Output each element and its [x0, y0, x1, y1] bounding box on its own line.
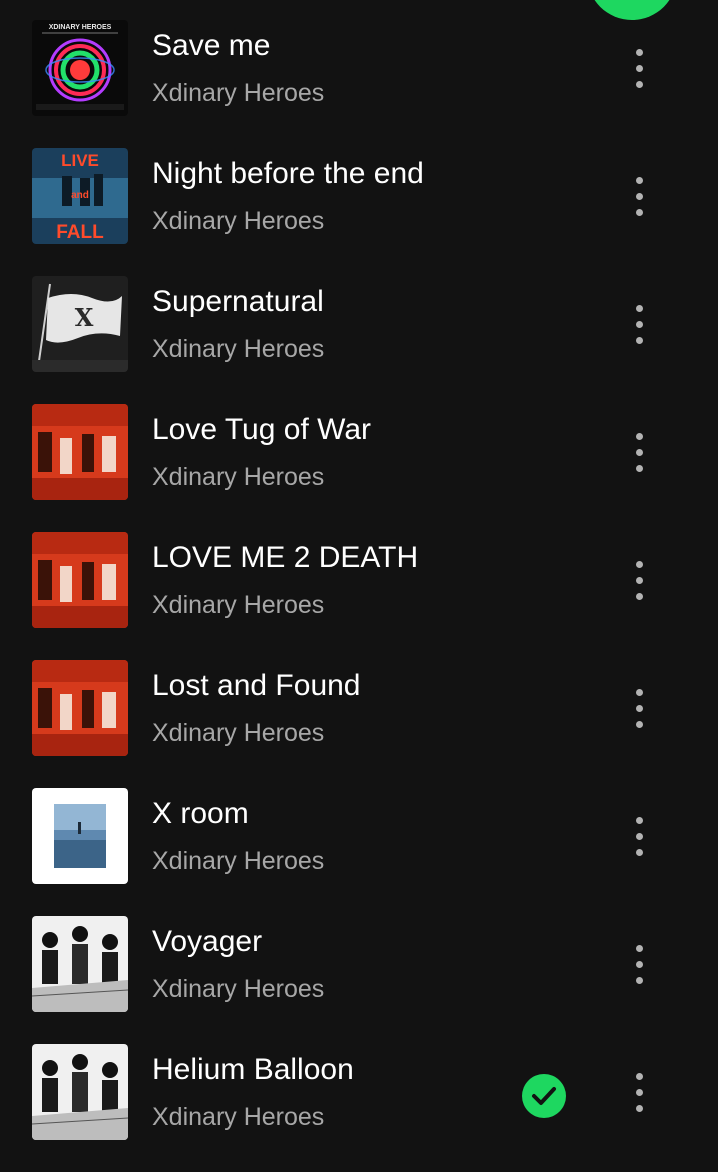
track-artist: Xdinary Heroes — [152, 463, 325, 491]
svg-text:and: and — [71, 190, 89, 201]
track-artist: Xdinary Heroes — [152, 79, 325, 107]
more-options-button[interactable] — [620, 172, 660, 220]
album-cover-x-room — [32, 788, 128, 884]
track-artist: Xdinary Heroes — [152, 975, 325, 1003]
track-title: X room — [152, 797, 249, 830]
downloaded-check-icon — [522, 1074, 566, 1118]
cover-label: XDINARY HEROES — [49, 24, 112, 31]
svg-text:LIVE: LIVE — [61, 151, 99, 170]
album-cover-live-to-death — [32, 532, 128, 628]
album-cover-beautiful-mind: X — [32, 276, 128, 372]
more-vertical-icon — [636, 945, 643, 952]
more-vertical-icon — [636, 561, 643, 568]
track-title: Love Tug of War — [152, 413, 371, 446]
track-title: Night before the end — [152, 157, 424, 190]
track-artist: Xdinary Heroes — [152, 335, 325, 363]
more-vertical-icon — [636, 817, 643, 824]
track-artist: Xdinary Heroes — [152, 207, 325, 235]
album-cover-manga — [32, 1044, 128, 1140]
more-options-button[interactable] — [620, 556, 660, 604]
album-cover-live-to-death — [32, 660, 128, 756]
svg-text:FALL: FALL — [56, 222, 104, 243]
album-cover-live-to-death — [32, 404, 128, 500]
more-vertical-icon — [636, 689, 643, 696]
track-artist: Xdinary Heroes — [152, 591, 325, 619]
more-vertical-icon — [636, 49, 643, 56]
more-options-button[interactable] — [620, 684, 660, 732]
more-options-button[interactable] — [620, 428, 660, 476]
track-row[interactable]: Helium Balloon Xdinary Heroes — [0, 1044, 718, 1172]
svg-text:X: X — [75, 303, 94, 332]
track-list: XDINARY HEROES Save me Xdinary Heroes LI… — [0, 20, 718, 1172]
more-vertical-icon — [636, 1073, 643, 1080]
more-vertical-icon — [636, 305, 643, 312]
more-options-button[interactable] — [620, 300, 660, 348]
album-cover-live-and-fall: LIVE and FALL — [32, 148, 128, 244]
track-row[interactable]: LOVE ME 2 DEATH Xdinary Heroes — [0, 532, 718, 660]
album-cover-manga — [32, 916, 128, 1012]
track-row[interactable]: LIVE and FALL Night before the end Xdina… — [0, 148, 718, 276]
track-artist: Xdinary Heroes — [152, 1103, 325, 1131]
album-cover-save-me: XDINARY HEROES — [32, 20, 128, 116]
more-options-button[interactable] — [620, 44, 660, 92]
track-title: Helium Balloon — [152, 1053, 354, 1086]
play-button[interactable] — [587, 0, 677, 20]
track-row[interactable]: Voyager Xdinary Heroes — [0, 916, 718, 1044]
track-title: LOVE ME 2 DEATH — [152, 541, 419, 574]
track-title: Lost and Found — [152, 669, 361, 702]
track-row[interactable]: Love Tug of War Xdinary Heroes — [0, 404, 718, 532]
track-title: Voyager — [152, 925, 263, 958]
track-row[interactable]: XDINARY HEROES Save me Xdinary Heroes — [0, 20, 718, 148]
track-artist: Xdinary Heroes — [152, 847, 325, 875]
more-options-button[interactable] — [620, 812, 660, 860]
track-title: Supernatural — [152, 285, 324, 318]
more-options-button[interactable] — [620, 940, 660, 988]
track-row[interactable]: Lost and Found Xdinary Heroes — [0, 660, 718, 788]
more-vertical-icon — [636, 433, 643, 440]
more-options-button[interactable] — [620, 1068, 660, 1116]
track-row[interactable]: X Supernatural Xdinary Heroes — [0, 276, 718, 404]
track-artist: Xdinary Heroes — [152, 719, 325, 747]
track-row[interactable]: X room Xdinary Heroes — [0, 788, 718, 916]
more-vertical-icon — [636, 177, 643, 184]
track-title: Save me — [152, 29, 271, 62]
